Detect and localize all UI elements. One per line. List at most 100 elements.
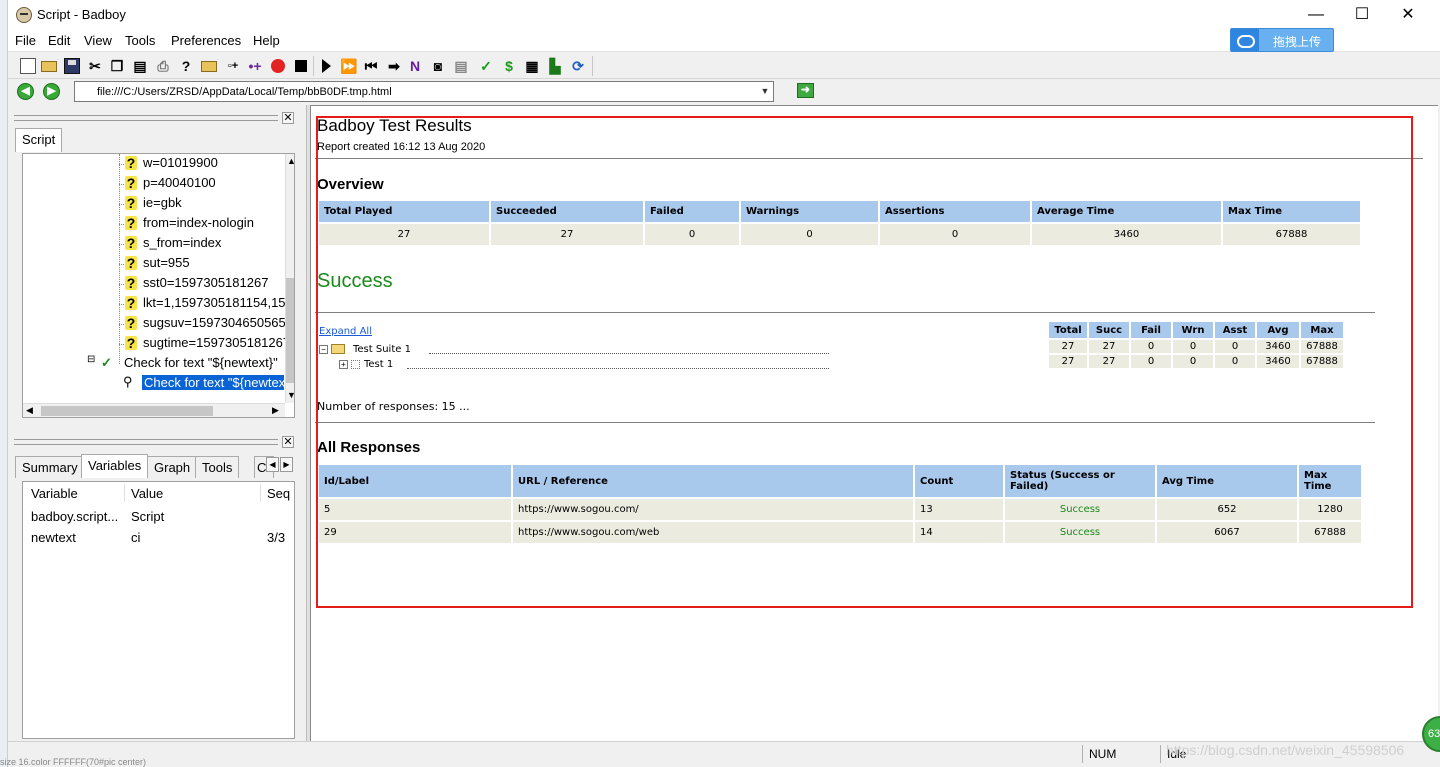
- forward-arrow-icon[interactable]: ▶: [43, 83, 60, 100]
- play-icon[interactable]: [318, 58, 334, 74]
- tree-horizontal-scrollbar[interactable]: ◀ ▶: [23, 403, 285, 417]
- suite-name[interactable]: Test Suite 1: [353, 344, 411, 355]
- table-row-variable[interactable]: badboy.script...: [31, 509, 118, 524]
- menu-view[interactable]: View: [84, 33, 112, 48]
- scroll-thumb[interactable]: [286, 278, 294, 383]
- help-question-icon[interactable]: ?: [178, 58, 194, 74]
- tree-check-node[interactable]: ⊟ ✓ Check for text "${newtext}": [87, 354, 287, 374]
- tree-item[interactable]: ? sugtime=1597305181267: [119, 334, 290, 354]
- table-icon[interactable]: ▦: [524, 58, 540, 74]
- print-icon[interactable]: ⎙: [155, 58, 171, 74]
- tree-selected-node[interactable]: ⚲ Check for text "${newtex: [123, 374, 285, 394]
- tree-item[interactable]: ? ie=gbk: [119, 194, 285, 214]
- tab-variables[interactable]: Variables: [81, 454, 149, 478]
- back-arrow-icon[interactable]: ◀: [17, 83, 34, 100]
- collapse-toggle-icon[interactable]: −: [319, 345, 328, 354]
- menu-preferences[interactable]: Preferences: [171, 33, 241, 48]
- document-icon[interactable]: ▤: [453, 58, 469, 74]
- menu-file[interactable]: File: [15, 33, 36, 48]
- add-item-icon[interactable]: •+: [247, 58, 263, 74]
- question-icon: ?: [125, 275, 137, 291]
- tab-script[interactable]: Script: [15, 128, 63, 152]
- tree-item[interactable]: ? sst0=1597305181267: [119, 274, 285, 294]
- suite-summary-table: Total Succ Fail Wrn Asst Avg Max 27 27 0…: [1047, 320, 1345, 370]
- new-document-icon[interactable]: [20, 58, 36, 74]
- url-combobox[interactable]: ▼: [74, 81, 774, 102]
- tree-item[interactable]: ? s_from=index: [119, 234, 285, 254]
- tab-scroll-left-icon[interactable]: ◀: [266, 457, 279, 472]
- scroll-thumb[interactable]: [41, 406, 213, 416]
- checkmark-icon[interactable]: ✓: [478, 58, 494, 74]
- tree-item[interactable]: ? lkt=1,1597305181154,15: [119, 294, 286, 314]
- scroll-up-icon[interactable]: ▲: [287, 156, 294, 166]
- dollar-icon[interactable]: $: [501, 58, 517, 74]
- url-input[interactable]: [97, 84, 747, 99]
- collapse-toggle-icon[interactable]: ⊟: [87, 354, 95, 365]
- drag-upload-button[interactable]: 拖拽上传: [1230, 28, 1334, 52]
- open-folder-icon[interactable]: [41, 61, 57, 72]
- table-row-seq[interactable]: 3/3: [267, 530, 285, 545]
- desktop-background-strip: [0, 0, 8, 767]
- tree-item[interactable]: ? sut=955: [119, 254, 285, 274]
- tab-scroll-right-icon[interactable]: ▶: [280, 457, 293, 472]
- record-icon[interactable]: [270, 58, 286, 74]
- add-step-icon[interactable]: ▫+: [225, 58, 241, 74]
- refresh-icon[interactable]: ⟳: [570, 58, 586, 74]
- column-header-value[interactable]: Value: [131, 486, 163, 501]
- toolbar-separator: [592, 56, 593, 76]
- response-id[interactable]: 5: [319, 499, 511, 520]
- chevron-down-icon[interactable]: ▼: [759, 85, 771, 97]
- step-forward-icon[interactable]: ➡: [386, 58, 402, 74]
- column-header-seq[interactable]: Seq: [267, 486, 290, 501]
- tab-graph[interactable]: Graph: [147, 456, 198, 478]
- scroll-left-icon[interactable]: ◀: [26, 405, 33, 416]
- chart-icon[interactable]: ▙: [547, 58, 563, 74]
- camera-icon[interactable]: ◙: [430, 58, 446, 74]
- close-panel-icon[interactable]: ✕: [282, 112, 294, 124]
- expand-all-link[interactable]: Expand All: [319, 326, 372, 337]
- menu-edit[interactable]: Edit: [48, 33, 70, 48]
- n-icon[interactable]: N: [407, 58, 423, 74]
- stop-icon[interactable]: [293, 58, 309, 74]
- table-row-variable[interactable]: newtext: [31, 530, 76, 545]
- panel-grip[interactable]: [14, 439, 278, 445]
- tree-item[interactable]: ? sugsuv=1597304650565: [119, 314, 286, 334]
- cut-icon[interactable]: ✂: [87, 58, 103, 74]
- table-row-value[interactable]: Script: [131, 509, 164, 524]
- maximize-button[interactable]: ☐: [1339, 0, 1385, 30]
- response-status: Success: [1005, 522, 1155, 543]
- copy-icon[interactable]: ❐: [109, 58, 125, 74]
- new-folder-icon[interactable]: [201, 61, 217, 72]
- overview-table: Total Played Succeeded Failed Warnings A…: [317, 199, 1362, 247]
- menu-tools[interactable]: Tools: [125, 33, 155, 48]
- close-panel-icon[interactable]: ✕: [282, 436, 294, 448]
- selected-node-label: Check for text "${newtex: [142, 375, 284, 390]
- response-url[interactable]: https://www.sogou.com/web: [513, 522, 913, 543]
- tab-summary[interactable]: Summary: [15, 456, 85, 478]
- panel-grip[interactable]: [14, 115, 278, 121]
- tab-tools[interactable]: Tools: [195, 456, 240, 478]
- go-arrow-icon[interactable]: ➜: [797, 83, 814, 98]
- tree-item[interactable]: ? p=40040100: [119, 174, 285, 194]
- minimize-button[interactable]: —: [1293, 0, 1339, 30]
- close-button[interactable]: ✕: [1385, 0, 1431, 30]
- test-name[interactable]: Test 1: [364, 359, 393, 370]
- menu-help[interactable]: Help: [253, 33, 280, 48]
- tree-item[interactable]: ? w=01019900: [119, 154, 285, 174]
- column-header-variable[interactable]: Variable: [31, 486, 78, 501]
- response-url[interactable]: https://www.sogou.com/: [513, 499, 913, 520]
- scroll-down-icon[interactable]: ▼: [287, 390, 294, 400]
- play-all-icon[interactable]: ⏩: [340, 58, 357, 74]
- expand-toggle-icon[interactable]: +: [339, 360, 348, 369]
- save-disk-icon[interactable]: [64, 58, 80, 74]
- table-row-value[interactable]: ci: [131, 530, 140, 545]
- overview-header: Total Played: [319, 201, 489, 222]
- tree-guide-line: [119, 154, 120, 364]
- scroll-right-icon[interactable]: ▶: [272, 405, 279, 416]
- tree-item[interactable]: ? from=index-nologin: [119, 214, 285, 234]
- response-id[interactable]: 29: [319, 522, 511, 543]
- tree-vertical-scrollbar[interactable]: ▲ ▼: [285, 154, 294, 403]
- suite-value: 0: [1131, 355, 1171, 368]
- rewind-icon[interactable]: ⏮: [363, 58, 379, 74]
- paste-icon[interactable]: ▤: [132, 58, 148, 74]
